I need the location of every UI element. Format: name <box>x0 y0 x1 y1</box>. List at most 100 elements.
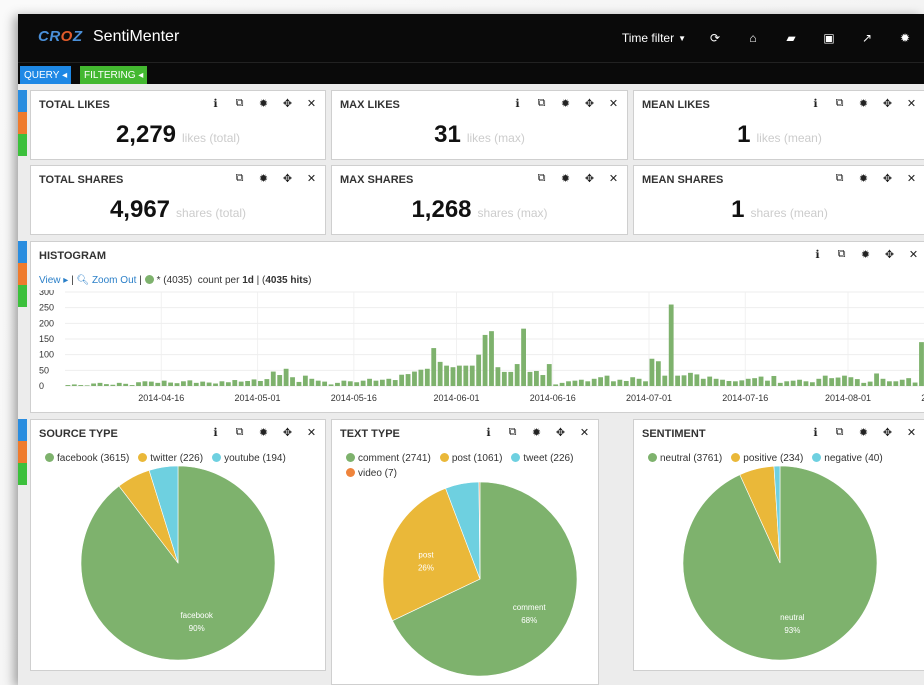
row-marker[interactable] <box>18 241 27 307</box>
histogram-bar[interactable] <box>309 378 315 386</box>
histogram-bar[interactable] <box>296 381 302 386</box>
zoom-out-button[interactable]: 🔍︎ Zoom Out <box>76 275 136 286</box>
histogram-bar[interactable] <box>835 377 841 386</box>
info-icon[interactable]: ℹ <box>812 248 823 261</box>
histogram-bar[interactable] <box>437 361 443 386</box>
histogram-bar[interactable] <box>739 380 745 386</box>
histogram-bar[interactable] <box>187 380 193 386</box>
histogram-bar[interactable] <box>732 381 738 386</box>
histogram-bar[interactable] <box>842 375 847 386</box>
move-icon[interactable]: ✥ <box>884 248 895 261</box>
copy-icon[interactable]: ⧉ <box>507 426 518 439</box>
histogram-bar[interactable] <box>476 354 482 386</box>
histogram-bar[interactable] <box>758 376 764 386</box>
histogram-bar[interactable] <box>912 382 918 386</box>
histogram-bar[interactable] <box>148 381 154 386</box>
close-icon[interactable]: ✕ <box>608 97 619 110</box>
histogram-bar[interactable] <box>328 384 334 386</box>
histogram-bar[interactable] <box>386 378 392 386</box>
move-icon[interactable]: ✥ <box>282 97 293 110</box>
folder-open-icon[interactable]: ▰ <box>772 14 810 62</box>
histogram-bar[interactable] <box>354 382 360 386</box>
histogram-bar[interactable] <box>225 382 231 386</box>
histogram-bar[interactable] <box>347 381 353 386</box>
copy-icon[interactable]: ⧉ <box>834 426 845 439</box>
histogram-bar[interactable] <box>591 378 597 386</box>
close-icon[interactable]: ✕ <box>608 172 619 185</box>
gear-icon[interactable]: ✹ <box>886 14 924 62</box>
copy-icon[interactable]: ⧉ <box>536 172 547 185</box>
histogram-bar[interactable] <box>720 379 725 386</box>
legend-item[interactable]: facebook (3615) <box>45 451 129 466</box>
view-menu[interactable]: View ▸ <box>39 275 68 286</box>
histogram-bar[interactable] <box>277 375 283 386</box>
histogram-bar[interactable] <box>598 377 604 386</box>
histogram-bar[interactable] <box>790 380 796 386</box>
refresh-icon[interactable]: ⟳ <box>696 14 734 62</box>
histogram-bar[interactable] <box>200 381 206 386</box>
legend-item[interactable]: neutral (3761) <box>648 451 722 466</box>
gear-icon[interactable]: ✹ <box>860 248 871 261</box>
legend-item[interactable]: youtube (194) <box>212 451 286 466</box>
histogram-bar[interactable] <box>360 380 366 386</box>
histogram-bar[interactable] <box>675 375 681 386</box>
histogram-bar[interactable] <box>181 381 186 386</box>
copy-icon[interactable]: ⧉ <box>836 248 847 261</box>
histogram-bar[interactable] <box>399 374 405 386</box>
row-marker[interactable] <box>18 419 27 485</box>
info-icon[interactable]: ℹ <box>483 426 494 439</box>
histogram-bar[interactable] <box>322 381 328 386</box>
histogram-bar[interactable] <box>527 371 533 386</box>
histogram-bar[interactable] <box>444 365 449 386</box>
histogram-bar[interactable] <box>341 380 347 386</box>
histogram-bar[interactable] <box>630 377 636 386</box>
histogram-bar[interactable] <box>688 372 693 386</box>
histogram-bar[interactable] <box>213 383 218 386</box>
histogram-bar[interactable] <box>463 365 469 386</box>
histogram-bar[interactable] <box>161 380 167 386</box>
histogram-bar[interactable] <box>534 370 539 386</box>
histogram-bar[interactable] <box>662 375 668 386</box>
histogram-bar[interactable] <box>623 380 629 386</box>
histogram-bar[interactable] <box>829 378 835 386</box>
copy-icon[interactable]: ⧉ <box>834 172 845 185</box>
histogram-bar[interactable] <box>290 377 295 386</box>
histogram-bar[interactable] <box>335 382 340 386</box>
histogram-bar[interactable] <box>469 365 475 386</box>
histogram-bar[interactable] <box>129 385 135 386</box>
histogram-bar[interactable] <box>707 376 713 386</box>
gear-icon[interactable]: ✹ <box>258 97 269 110</box>
histogram-bar[interactable] <box>155 382 161 386</box>
info-icon[interactable]: ℹ <box>210 97 221 110</box>
gear-icon[interactable]: ✹ <box>560 172 571 185</box>
histogram-bar[interactable] <box>681 375 687 386</box>
close-icon[interactable]: ✕ <box>306 97 317 110</box>
gear-icon[interactable]: ✹ <box>258 426 269 439</box>
move-icon[interactable]: ✥ <box>555 426 566 439</box>
close-icon[interactable]: ✕ <box>906 97 917 110</box>
histogram-bar[interactable] <box>251 379 257 386</box>
histogram-bar[interactable] <box>668 304 674 386</box>
share-icon[interactable]: ↗ <box>848 14 886 62</box>
histogram-bar[interactable] <box>649 358 655 386</box>
histogram-bar[interactable] <box>238 381 244 386</box>
histogram-bar[interactable] <box>585 381 591 386</box>
histogram-bar[interactable] <box>809 382 815 386</box>
info-icon[interactable]: ℹ <box>810 426 821 439</box>
move-icon[interactable]: ✥ <box>882 97 893 110</box>
histogram-bar[interactable] <box>771 375 777 386</box>
info-icon[interactable]: ℹ <box>512 97 523 110</box>
histogram-bar[interactable] <box>694 374 700 386</box>
histogram-bar[interactable] <box>264 379 270 386</box>
gear-icon[interactable]: ✹ <box>258 172 269 185</box>
histogram-bar[interactable] <box>700 378 706 386</box>
info-icon[interactable]: ℹ <box>810 97 821 110</box>
histogram-bar[interactable] <box>482 334 488 386</box>
histogram-bar[interactable] <box>373 380 379 386</box>
histogram-bar[interactable] <box>84 385 90 386</box>
home-icon[interactable]: ⌂ <box>734 14 772 62</box>
histogram-bar[interactable] <box>136 382 141 386</box>
histogram-bar[interactable] <box>886 381 892 386</box>
gear-icon[interactable]: ✹ <box>560 97 571 110</box>
histogram-bar[interactable] <box>899 379 905 386</box>
